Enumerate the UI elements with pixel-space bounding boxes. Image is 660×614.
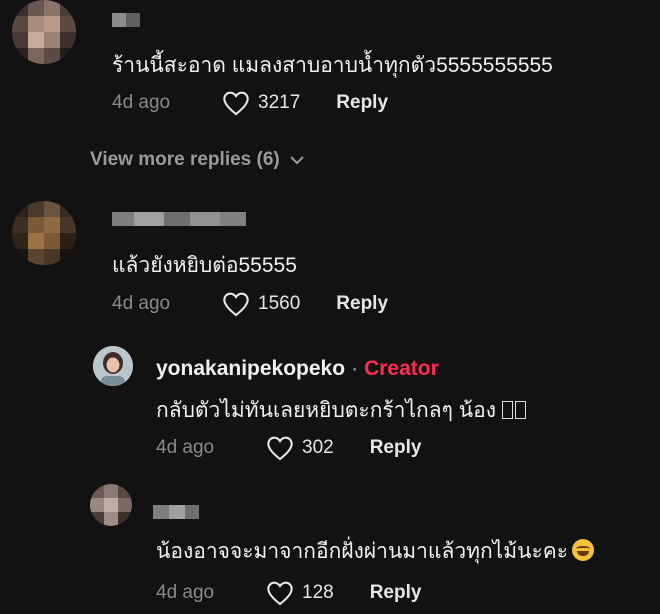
reply-text-content: น้องอาจจะมาจากอีกฝั่งผ่านมาแล้วทุกไม้นะค…: [156, 540, 569, 563]
creator-avatar[interactable]: [93, 346, 133, 386]
reply-text-content: กลับตัวไม่ทันเลยหยิบตะกร้าไกลๆ น้อง: [156, 399, 496, 422]
reply-text: กลับตัวไม่ทันเลยหยิบตะกร้าไกลๆ น้อง: [156, 394, 528, 427]
like-count: 3217: [258, 92, 301, 113]
avatar[interactable]: [12, 0, 76, 64]
missing-glyph-icon: [501, 399, 528, 423]
creator-avatar-image: [93, 346, 133, 386]
like-button[interactable]: 302: [266, 435, 334, 461]
reply-time: 4d ago: [156, 582, 215, 603]
username-blurred[interactable]: [112, 212, 246, 226]
reply-button[interactable]: Reply: [370, 437, 422, 459]
reply-meta: 4d ago 128 Reply: [156, 580, 421, 606]
like-count: 302: [302, 437, 334, 458]
comment-text: ร้านนี้สะอาด แมลงสาบอาบน้ำทุกตัว55555555…: [112, 54, 553, 77]
reply-button[interactable]: Reply: [336, 293, 388, 315]
creator-badge: Creator: [364, 357, 439, 380]
separator-dot: ·: [351, 357, 359, 380]
view-more-label: View more replies (6): [90, 149, 280, 170]
like-button[interactable]: 1560: [222, 291, 300, 317]
comment-text: แล้วยังหยิบต่อ55555: [112, 254, 297, 277]
comment-time: 4d ago: [112, 293, 171, 314]
reply-button[interactable]: Reply: [370, 582, 422, 604]
comment-time: 4d ago: [112, 92, 171, 113]
like-count: 128: [302, 582, 334, 603]
like-count: 1560: [258, 293, 301, 314]
like-button[interactable]: 3217: [222, 90, 300, 116]
reply-time: 4d ago: [156, 437, 215, 458]
comment-meta: 4d ago 1560 Reply: [112, 291, 388, 317]
laughing-emoji-icon: [572, 539, 595, 561]
heart-icon: [267, 581, 293, 606]
avatar[interactable]: [12, 201, 76, 265]
username-blurred[interactable]: [153, 505, 199, 519]
chevron-down-icon: [290, 156, 304, 165]
creator-username[interactable]: yonakanipekopeko: [156, 357, 345, 381]
username-blurred[interactable]: [112, 13, 140, 27]
avatar[interactable]: [90, 484, 132, 526]
heart-icon: [223, 91, 249, 116]
reply-button[interactable]: Reply: [336, 92, 388, 114]
heart-icon: [267, 436, 293, 461]
like-button[interactable]: 128: [266, 580, 334, 606]
view-more-replies[interactable]: View more replies (6): [90, 149, 304, 171]
reply-meta: 4d ago 302 Reply: [156, 435, 421, 461]
comment-meta: 4d ago 3217 Reply: [112, 90, 388, 116]
creator-username-row: yonakanipekopeko · Creator: [156, 357, 439, 381]
heart-icon: [223, 292, 249, 317]
reply-text: น้องอาจจะมาจากอีกฝั่งผ่านมาแล้วทุกไม้นะค…: [156, 535, 595, 568]
